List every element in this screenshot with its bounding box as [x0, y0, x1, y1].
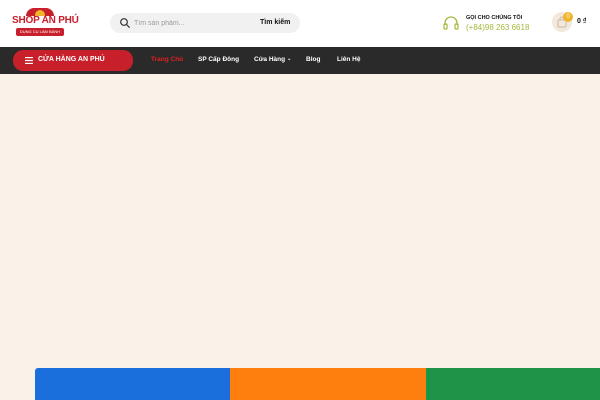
nav-item-shop-label: Cửa Hàng: [254, 56, 286, 63]
chevron-down-icon: ⌄: [287, 56, 292, 62]
search-button[interactable]: Tìm kiếm: [260, 13, 300, 33]
store-menu-button[interactable]: CỬA HÀNG AN PHÚ: [13, 50, 133, 71]
nav-item-contact[interactable]: Liên Hệ: [337, 56, 360, 63]
nav-item-shop[interactable]: Cửa Hàng ⌄: [254, 56, 291, 63]
nav-item-blog[interactable]: Blog: [306, 56, 320, 63]
hotline-block[interactable]: GỌI CHO CHÚNG TÔI (+84)98 263 6618: [442, 13, 542, 35]
cart-count-badge: 0: [563, 12, 573, 22]
hotline-label: GỌI CHO CHÚNG TÔI: [466, 15, 523, 21]
promo-card-blue[interactable]: [35, 368, 230, 400]
logo-name: SHOP AN PHÚ: [12, 15, 79, 26]
menu-icon: [25, 57, 33, 64]
hotline-number[interactable]: (+84)98 263 6618: [466, 23, 529, 32]
shop-logo[interactable]: SHOP AN PHÚ DỤNG CỤ LÀM BÁNH: [12, 8, 79, 38]
search-input[interactable]: [134, 16, 254, 30]
promo-card-orange[interactable]: [230, 368, 426, 400]
nav-item-frozen-products[interactable]: SP Cấp Đông: [198, 56, 239, 63]
hero-banner: [0, 74, 600, 400]
search-icon[interactable]: [119, 17, 131, 29]
promo-card-green[interactable]: [426, 368, 600, 400]
headset-icon: [443, 16, 459, 30]
cart-total[interactable]: 0 ₫: [577, 18, 586, 25]
nav-item-home[interactable]: Trang Chủ: [151, 56, 183, 63]
main-navigation: CỬA HÀNG AN PHÚ Trang Chủ SP Cấp Đông Cử…: [0, 47, 600, 74]
site-header: SHOP AN PHÚ DỤNG CỤ LÀM BÁNH Tìm kiếm GỌ…: [0, 0, 600, 47]
store-menu-label: CỬA HÀNG AN PHÚ: [38, 56, 105, 63]
logo-tagline: DỤNG CỤ LÀM BÁNH: [16, 28, 64, 36]
